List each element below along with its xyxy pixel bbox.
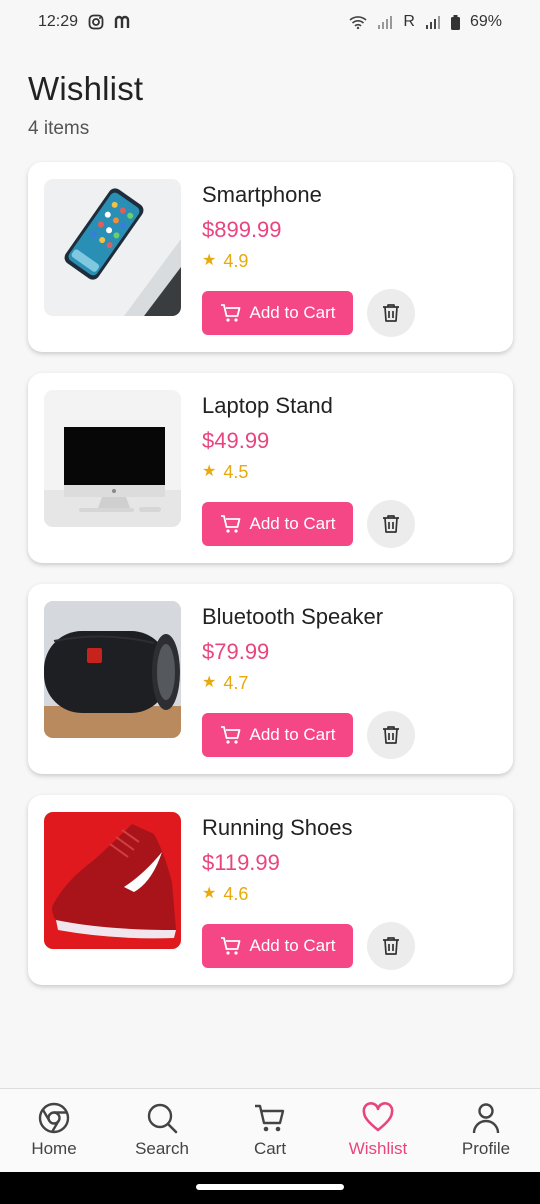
- star-icon: ★: [202, 252, 217, 269]
- wishlist-item[interactable]: Running Shoes $119.99 ★ 4.6 Add to Cart: [28, 795, 513, 985]
- add-to-cart-button[interactable]: Add to Cart: [202, 924, 353, 968]
- product-rating: ★ 4.7: [202, 673, 383, 693]
- status-bar: 12:29 R 69%: [0, 0, 540, 44]
- carrier-letter: R: [403, 13, 415, 30]
- item-count: 4 items: [28, 118, 90, 139]
- card-actions: Add to Cart: [202, 711, 415, 759]
- nav-item-profile[interactable]: Profile: [432, 1089, 540, 1172]
- remove-button[interactable]: [367, 500, 415, 548]
- battery-percent: 69%: [469, 13, 502, 30]
- product-price: $119.99: [202, 850, 280, 875]
- nav-label: Home: [31, 1139, 77, 1158]
- cart-icon: [220, 304, 240, 322]
- product-image-smartphone[interactable]: [44, 179, 181, 316]
- product-rating: ★ 4.5: [202, 462, 333, 482]
- cart-icon: [255, 1104, 285, 1132]
- status-left: 12:29: [38, 13, 132, 31]
- add-to-cart-label: Add to Cart: [249, 514, 336, 533]
- star-icon: ★: [202, 885, 217, 902]
- product-info: Smartphone $899.99 ★ 4.9: [202, 182, 322, 271]
- trash-icon: [383, 726, 399, 744]
- remove-button[interactable]: [367, 922, 415, 970]
- wishlist-item[interactable]: Laptop Stand $49.99 ★ 4.5 Add to Cart: [28, 373, 513, 563]
- star-icon: ★: [202, 463, 217, 480]
- wishlist-list: Smartphone $899.99 ★ 4.9 Add to Cart Lap…: [28, 162, 513, 1006]
- product-image-running-shoes[interactable]: [44, 812, 181, 949]
- product-rating: ★ 4.9: [202, 251, 322, 271]
- trash-icon: [383, 937, 399, 955]
- rating-value: 4.9: [223, 251, 249, 271]
- nav-label: Search: [135, 1139, 189, 1158]
- rating-value: 4.7: [223, 673, 249, 693]
- bottom-nav: Home Search Cart Wishlist Profile: [0, 1088, 540, 1172]
- home-gesture-handle[interactable]: [196, 1184, 344, 1190]
- rating-value: 4.5: [223, 462, 249, 482]
- status-time: 12:29: [38, 13, 79, 30]
- trash-icon: [383, 515, 399, 533]
- system-gesture-bar: [0, 1172, 540, 1204]
- nav-label: Cart: [253, 1139, 287, 1158]
- nav-item-wishlist[interactable]: Wishlist: [324, 1089, 432, 1172]
- product-info: Bluetooth Speaker $79.99 ★ 4.7: [202, 604, 383, 693]
- wifi-icon: [349, 15, 367, 29]
- product-name: Bluetooth Speaker: [202, 604, 384, 629]
- trash-icon: [383, 304, 399, 322]
- product-name: Smartphone: [202, 182, 322, 207]
- cart-icon: [220, 937, 240, 955]
- card-actions: Add to Cart: [202, 289, 415, 337]
- person-icon: [472, 1103, 500, 1134]
- rating-value: 4.6: [223, 884, 249, 904]
- product-name: Running Shoes: [202, 815, 353, 840]
- product-name: Laptop Stand: [202, 393, 333, 418]
- nav-item-home[interactable]: Home: [0, 1089, 108, 1172]
- add-to-cart-button[interactable]: Add to Cart: [202, 502, 353, 546]
- product-info: Running Shoes $119.99 ★ 4.6: [202, 815, 352, 904]
- instagram-icon: [88, 14, 104, 30]
- nav-item-cart[interactable]: Cart: [216, 1089, 324, 1172]
- product-image-laptop-stand[interactable]: [44, 390, 181, 527]
- add-to-cart-label: Add to Cart: [249, 725, 336, 744]
- nav-label: Profile: [461, 1139, 511, 1158]
- product-price: $49.99: [202, 428, 270, 453]
- signal-icon: [425, 15, 441, 29]
- add-to-cart-button[interactable]: Add to Cart: [202, 291, 353, 335]
- cart-icon: [220, 726, 240, 744]
- card-actions: Add to Cart: [202, 500, 415, 548]
- signal-icon: [377, 15, 393, 29]
- nav-item-search[interactable]: Search: [108, 1089, 216, 1172]
- wishlist-item[interactable]: Smartphone $899.99 ★ 4.9 Add to Cart: [28, 162, 513, 352]
- product-info: Laptop Stand $49.99 ★ 4.5: [202, 393, 333, 482]
- product-price: $899.99: [202, 217, 282, 242]
- product-price: $79.99: [202, 639, 270, 664]
- add-to-cart-label: Add to Cart: [249, 303, 336, 322]
- cart-icon: [220, 515, 240, 533]
- chrome-icon: [38, 1102, 70, 1134]
- messenger-m-icon: [114, 15, 132, 29]
- status-right: R 69%: [349, 13, 502, 31]
- remove-button[interactable]: [367, 289, 415, 337]
- heart-icon: [362, 1102, 394, 1132]
- card-actions: Add to Cart: [202, 922, 415, 970]
- search-icon: [147, 1103, 178, 1134]
- page-title: Wishlist: [28, 70, 144, 107]
- add-to-cart-button[interactable]: Add to Cart: [202, 713, 353, 757]
- star-icon: ★: [202, 674, 217, 691]
- nav-label: Wishlist: [348, 1139, 408, 1158]
- add-to-cart-label: Add to Cart: [249, 936, 336, 955]
- product-rating: ★ 4.6: [202, 884, 352, 904]
- battery-icon: [450, 14, 460, 30]
- remove-button[interactable]: [367, 711, 415, 759]
- product-image-bluetooth-speaker[interactable]: [44, 601, 181, 738]
- wishlist-item[interactable]: Bluetooth Speaker $79.99 ★ 4.7 Add to Ca…: [28, 584, 513, 774]
